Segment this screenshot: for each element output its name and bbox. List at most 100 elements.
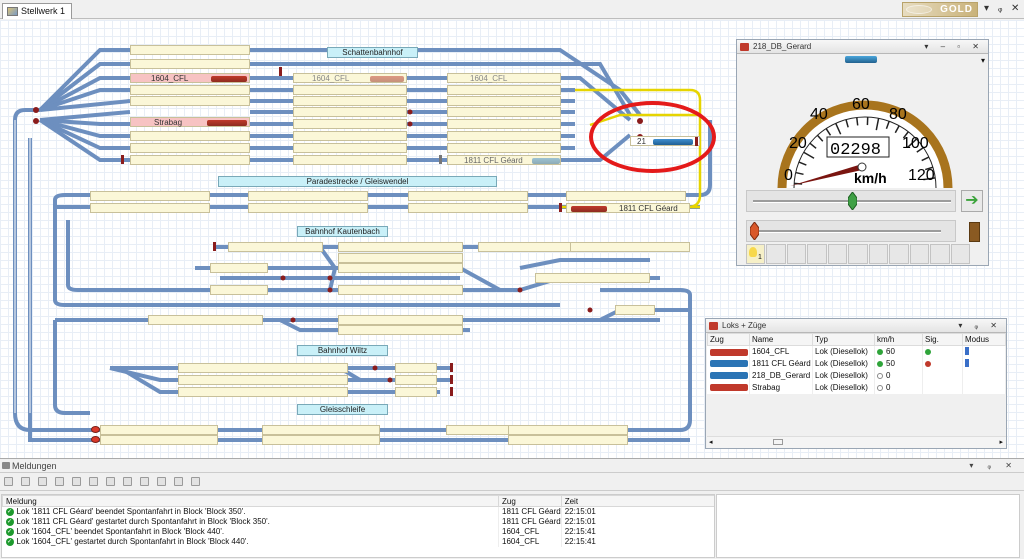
table-row[interactable]: 1604_CFL Lok (Diesellok) 60 [707,345,1006,358]
function-mode-button[interactable] [969,222,980,242]
delete-icon[interactable] [21,477,30,486]
loco-control-titlebar[interactable]: 218_DB_Gerard ▾ – ▫ ✕ [737,40,988,54]
track-block-occupied[interactable]: 1604_CFL [293,73,407,83]
signal-icon[interactable] [121,155,124,164]
track-block[interactable] [130,45,250,55]
track-block-occupied[interactable]: 1604_CFL [447,73,561,83]
column-header[interactable]: Typ [812,333,875,346]
window-buttons[interactable]: ▾ – ▫ ✕ [924,40,984,54]
track-block[interactable] [293,85,407,95]
column-header[interactable]: Zug [707,333,750,346]
track-block[interactable] [210,263,268,273]
track-block[interactable] [447,96,561,106]
track-block[interactable] [248,203,368,213]
brake-slider[interactable] [746,220,966,423]
function-key[interactable] [786,244,807,264]
dropdown-icon[interactable]: ▾ [981,56,985,65]
track-block[interactable] [447,107,561,117]
track-block[interactable] [248,191,368,201]
track-block[interactable] [178,375,348,385]
column-header[interactable]: km/h [874,333,923,346]
locos-trains-window[interactable]: Loks + Züge ▾ ᵩ ✕ Zug Name Typ km/h Sig.… [705,318,1007,449]
track-block[interactable] [447,85,561,95]
brake-slider-thumb[interactable] [750,222,759,240]
function-key[interactable] [950,244,970,264]
direction-forward-button[interactable]: ➔ [961,190,983,212]
track-block-occupied[interactable]: 1811 CFL Géard [447,155,561,165]
track-block-occupied[interactable]: Strabag [130,117,250,127]
close-icon[interactable]: ✕ [1011,3,1019,14]
track-block[interactable] [615,305,655,315]
scroll-right-icon[interactable]: ▸ [999,438,1003,446]
table-row[interactable]: ✓ Lok '1811 CFL Géard' beendet Spontanfah… [2,506,714,517]
track-block[interactable] [338,315,463,325]
signal-icon[interactable] [450,387,453,396]
horizontal-scrollbar[interactable]: ◂ ▸ [707,436,1006,448]
menu-dropdown-icon[interactable]: ▾ [984,3,989,14]
track-block-occupied[interactable]: 1604_CFL [130,73,250,83]
settings-icon[interactable] [157,477,166,486]
track-block[interactable] [228,242,323,252]
track-block[interactable] [293,143,407,153]
filter-icon[interactable] [123,477,132,486]
window-buttons[interactable]: ▾ ᵩ ✕ [958,319,1002,333]
track-block[interactable] [447,131,561,141]
track-block[interactable] [447,119,561,129]
track-block[interactable] [293,96,407,106]
column-header[interactable]: Zug [498,495,562,507]
copy-icon[interactable] [38,477,47,486]
table-row[interactable]: ✓ Lok '1811 CFL Géard' gestartet durch Sp… [2,516,714,527]
track-block[interactable] [130,143,250,153]
function-key[interactable] [827,244,848,264]
light-function-key[interactable]: 1 [746,244,766,264]
track-block[interactable] [130,85,250,95]
search-icon[interactable] [140,477,149,486]
column-header[interactable]: Name [749,333,813,346]
refresh-icon[interactable] [191,477,200,486]
save-icon[interactable] [4,477,13,486]
track-block[interactable] [408,203,528,213]
function-key[interactable] [848,244,868,264]
track-block[interactable] [447,143,561,153]
column-header[interactable]: Modus [962,333,1006,346]
track-block[interactable] [130,155,250,165]
track-block[interactable] [178,363,348,373]
track-block[interactable] [508,435,628,445]
track-block[interactable] [338,242,463,252]
stop-icon[interactable] [91,426,100,433]
filter-icon[interactable] [89,477,98,486]
scroll-left-icon[interactable]: ◂ [709,438,713,446]
function-key[interactable] [930,244,950,264]
track-block[interactable] [130,59,250,69]
speed-slider[interactable] [746,190,956,212]
track-block[interactable] [293,131,407,141]
track-block[interactable] [130,96,250,106]
track-block[interactable] [408,191,528,201]
speed-slider-thumb[interactable] [848,192,857,210]
signal-icon[interactable] [213,242,216,251]
track-block[interactable] [566,191,686,201]
signal-icon[interactable] [450,363,453,372]
signal-icon[interactable] [279,67,282,76]
messages-titlebar[interactable]: Meldungen ▾ ᵩ ✕ [0,459,1024,473]
track-block[interactable] [338,285,463,295]
column-header[interactable]: Meldung [2,495,499,507]
tab-stellwerk[interactable]: Stellwerk 1 [2,3,73,19]
track-block[interactable] [178,387,348,397]
track-block[interactable] [508,425,628,435]
track-block[interactable] [262,435,380,445]
signal-icon[interactable] [450,375,453,384]
signal-icon[interactable] [559,203,562,212]
print-icon[interactable] [55,477,64,486]
scroll-thumb[interactable] [773,439,783,445]
track-block[interactable] [338,253,463,263]
table-row[interactable]: ✓ Lok '1604_CFL' beendet Spontanfahrt in … [2,526,714,537]
messages-table-container[interactable]: Meldung Zug Zeit ✓ Lok '1811 CFL Géard' b… [1,494,715,558]
track-block[interactable] [210,285,268,295]
function-key[interactable] [909,244,930,264]
track-block[interactable] [130,131,250,141]
function-key[interactable] [868,244,889,264]
export-icon[interactable] [72,477,81,486]
track-block[interactable] [338,325,463,335]
track-block[interactable] [535,273,650,283]
